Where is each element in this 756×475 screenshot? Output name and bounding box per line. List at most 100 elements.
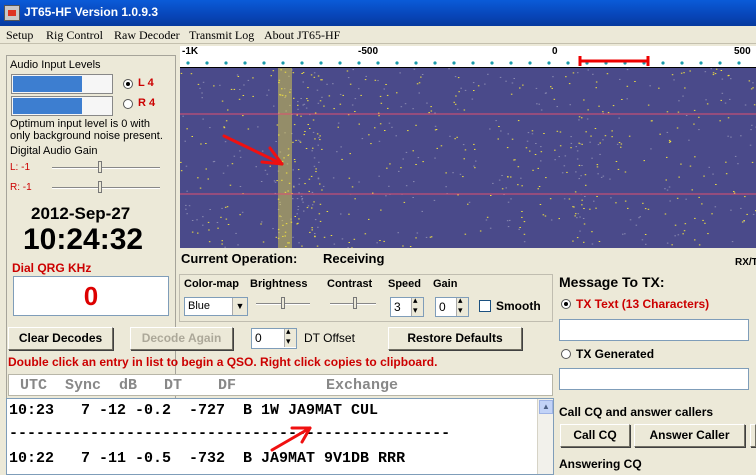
waterfall-display[interactable] xyxy=(180,68,756,248)
spinner-arrows-icon[interactable] xyxy=(411,295,423,316)
contrast-thumb[interactable] xyxy=(353,297,357,309)
scale-tick-dot xyxy=(718,61,722,65)
menu-rig-control[interactable]: Rig Control xyxy=(46,28,103,43)
scale-tick-dot xyxy=(566,61,570,65)
menu-setup[interactable]: Setup xyxy=(6,28,33,43)
speed-spinner[interactable]: 3 xyxy=(390,295,424,317)
decode-list-scrollbar[interactable]: ▲ xyxy=(537,399,553,474)
brightness-label: Brightness xyxy=(250,278,308,290)
date-display: 2012-Sep-27 xyxy=(31,204,131,223)
call-cq-button[interactable]: Call CQ xyxy=(560,424,630,447)
spinner-arrows-icon[interactable] xyxy=(284,326,296,347)
chevron-down-icon[interactable]: ▼ xyxy=(232,298,247,315)
scroll-up-icon[interactable]: ▲ xyxy=(539,400,553,414)
tx-text-label: TX Text (13 Characters) xyxy=(576,297,710,311)
dial-qrg-field[interactable]: 0 xyxy=(13,276,169,316)
current-operation-label: Current Operation: xyxy=(181,251,298,266)
message-to-tx-title: Message To TX: xyxy=(559,274,665,290)
gain-right-thumb[interactable] xyxy=(98,181,102,193)
frequency-scale: -1K -500 0 500 xyxy=(180,46,756,68)
decode-list-columns: UTC Sync dB DT DF Exchange xyxy=(11,377,399,394)
scale-tick-dot xyxy=(224,61,228,65)
brightness-thumb[interactable] xyxy=(281,297,285,309)
colormap-value: Blue xyxy=(188,300,211,312)
answer-caller-button[interactable]: Answer Caller xyxy=(634,424,745,447)
dt-offset-spinner[interactable]: 0 xyxy=(251,326,297,349)
restore-defaults-button[interactable]: Restore Defaults xyxy=(388,327,522,350)
colormap-label: Color-map xyxy=(184,278,239,290)
menu-transmit-log[interactable]: Transmit Log xyxy=(189,28,254,43)
gain-left-label: L: -1 xyxy=(10,162,31,173)
scale-tick-dot xyxy=(376,61,380,65)
left-level-label: L 4 xyxy=(138,77,154,89)
scale-ticks-svg xyxy=(186,56,741,66)
decode-separator: ----------------------------------------… xyxy=(9,425,451,442)
gain-left-slider[interactable] xyxy=(52,167,160,169)
scale-tick-dot xyxy=(414,61,418,65)
smooth-label: Smooth xyxy=(496,299,541,313)
menu-raw-decoder[interactable]: Raw Decoder xyxy=(114,28,180,43)
answering-cq-label: Answering CQ xyxy=(559,457,642,471)
time-display: 10:24:32 xyxy=(23,223,144,256)
right-level-meter xyxy=(11,96,113,116)
decode-again-button[interactable]: Decode Again xyxy=(130,327,233,350)
tx-text-field[interactable] xyxy=(559,319,749,341)
decode-list[interactable]: 10:23 7 -12 -0.2 -727 B 1W JA9MAT CUL --… xyxy=(6,398,554,475)
scale-tick-dot xyxy=(243,61,247,65)
scale-tick-dot xyxy=(737,61,741,65)
colormap-select[interactable]: Blue ▼ xyxy=(184,297,248,316)
scale-tick-dot xyxy=(338,61,342,65)
scale-tick-dot xyxy=(357,61,361,65)
next-button-edge[interactable] xyxy=(750,424,756,447)
tx-text-radio[interactable] xyxy=(561,299,571,309)
menu-about[interactable]: About JT65-HF xyxy=(264,28,340,43)
menubar: Setup Rig Control Raw Decoder Transmit L… xyxy=(0,26,756,44)
decode-row[interactable]: 10:22 7 -11 -0.5 -732 B JA9MAT 9V1DB RRR xyxy=(9,450,405,467)
window-titlebar: JT65-HF Version 1.0.9.3 xyxy=(0,0,756,26)
gain-spinner[interactable]: 0 xyxy=(435,295,469,317)
current-operation-value: Receiving xyxy=(323,251,385,266)
tx-generated-radio[interactable] xyxy=(561,349,571,359)
dt-offset-value: 0 xyxy=(255,331,262,345)
cq-caption: Call CQ and answer callers xyxy=(559,405,714,419)
dt-offset-label: DT Offset xyxy=(304,331,355,345)
decode-row[interactable]: 10:23 7 -12 -0.2 -727 B 1W JA9MAT CUL xyxy=(9,402,378,419)
scale-tick-dot xyxy=(699,61,703,65)
app-icon xyxy=(4,5,20,21)
dial-qrg-label: Dial QRG KHz xyxy=(12,261,92,275)
scale-tick-dot xyxy=(262,61,266,65)
contrast-label: Contrast xyxy=(327,278,373,290)
left-channel-radio[interactable] xyxy=(123,79,133,89)
scale-tick-dot xyxy=(205,61,209,65)
scale-tick-dot xyxy=(680,61,684,65)
tx-generated-field[interactable] xyxy=(559,368,749,390)
waterfall-noise xyxy=(180,68,756,248)
spinner-arrows-icon[interactable] xyxy=(456,295,468,316)
clear-decodes-button[interactable]: Clear Decodes xyxy=(8,327,113,350)
speed-label: Speed xyxy=(388,278,422,290)
tx-generated-label: TX Generated xyxy=(576,347,655,361)
rxtx-indicator: RX/T xyxy=(735,257,756,268)
audio-levels-label: Audio Input Levels xyxy=(10,59,101,71)
scale-tick-dot xyxy=(547,61,551,65)
gain-label: Gain xyxy=(433,278,458,290)
level-note: Optimum input level is 0 with only backg… xyxy=(10,118,163,142)
waterfall-controls-group: Color-map Blue ▼ Brightness Contrast Spe… xyxy=(179,274,553,322)
gain-right-slider[interactable] xyxy=(52,187,160,189)
window-title: JT65-HF Version 1.0.9.3 xyxy=(24,5,159,19)
scale-tick-dot xyxy=(509,61,513,65)
scale-tick-dot xyxy=(433,61,437,65)
scale-tick-dot xyxy=(452,61,456,65)
scale-tick-dot xyxy=(490,61,494,65)
smooth-checkbox[interactable] xyxy=(479,300,491,312)
right-channel-radio[interactable] xyxy=(123,99,133,109)
gain-right-label: R: -1 xyxy=(10,182,32,193)
waterfall-svg xyxy=(180,68,756,248)
gain-left-thumb[interactable] xyxy=(98,161,102,173)
scale-tick-dot xyxy=(395,61,399,65)
gain-value: 0 xyxy=(439,300,446,314)
scale-tick-dot xyxy=(319,61,323,65)
scale-tick-dot xyxy=(300,61,304,65)
decode-list-header: UTC Sync dB DT DF Exchange xyxy=(8,374,553,396)
scale-tick-dot xyxy=(528,61,532,65)
